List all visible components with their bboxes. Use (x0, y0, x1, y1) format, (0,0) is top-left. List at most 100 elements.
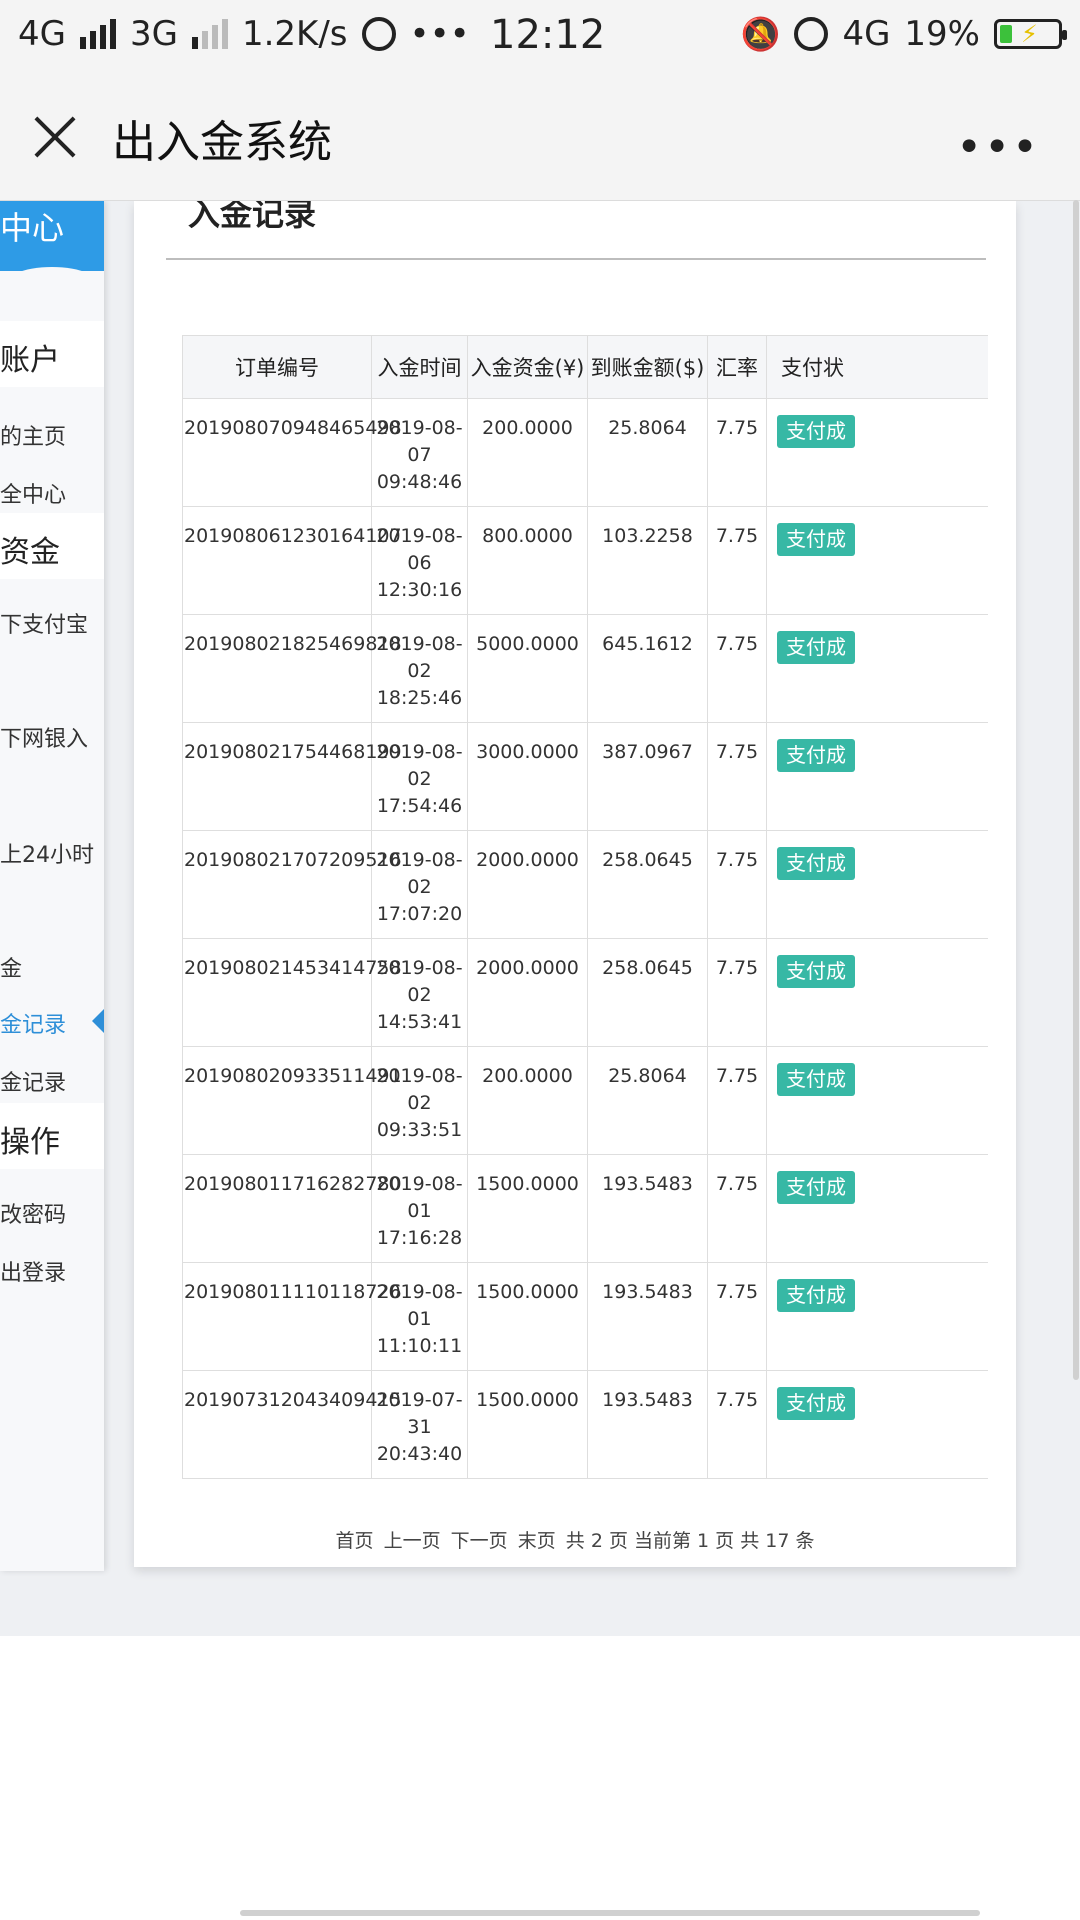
deposit-time-cell: 2019-08- 02 14:53:41 (371, 938, 468, 1047)
exchange-rate-cell: 7.75 (707, 506, 767, 615)
deposit-clock: 09:48:46 (376, 471, 463, 493)
deposit-amount-cell: 3000.0000 (467, 722, 588, 831)
page-scrollbar[interactable] (1073, 200, 1079, 1380)
network-type-label: 4G (18, 14, 66, 54)
close-icon[interactable] (30, 112, 80, 162)
status-badge[interactable]: 支付成 (777, 1387, 855, 1420)
order-id-cell: 201908020933511491 (182, 1046, 402, 1155)
header-payment-status: 支付状 (766, 335, 988, 399)
status-bar: 4G 3G 1.2K/s ••• 12:12 🔕 4G 19% ⚡ (0, 0, 1080, 76)
exchange-rate-cell: 7.75 (707, 1262, 767, 1371)
sidebar-item-bank-deposit[interactable]: 下网银入 (0, 721, 104, 753)
table-row: 201908020933511491 2019-08- 02 09:33:51 200.… (182, 1046, 988, 1155)
exchange-rate-cell: 7.75 (707, 1046, 767, 1155)
deposit-time-cell: 2019-08- 06 12:30:16 (371, 506, 468, 615)
pagination: 首页 上一页 下一页 末页 共 2 页 当前第 1 页 共 17 条 (134, 1526, 1016, 1553)
status-badge[interactable]: 支付成 (777, 1171, 855, 1204)
deposit-day: 07 (407, 444, 432, 466)
sidebar-item-security[interactable]: 全中心 (0, 477, 104, 509)
network-type-label-2: 3G (129, 14, 178, 54)
battery-percent: 19% (904, 14, 980, 54)
status-badge[interactable]: 支付成 (777, 631, 855, 664)
table-row: 201908011716282780 2019-08- 01 17:16:28 1500… (182, 1154, 988, 1263)
sidebar-item-change-password[interactable]: 改密码 (0, 1197, 104, 1229)
more-menu-button[interactable]: ••• (956, 122, 1040, 173)
records-table: 订单编号 入金时间 入金资金(¥) 到账金额($) 汇率 支付状 2019080… (182, 335, 988, 1479)
header-received-amount: 到账金额($) (587, 335, 708, 399)
divider (166, 258, 986, 260)
deposit-amount-cell: 5000.0000 (467, 614, 588, 723)
pager-first-link[interactable]: 首页 (336, 1530, 374, 1552)
deposit-date: 2019-08- (376, 417, 463, 439)
table-row: 201908011110118726 2019-08- 01 11:10:11 1500… (182, 1262, 988, 1371)
received-amount-cell: 645.1612 (587, 614, 708, 723)
pager-summary: 共 2 页 当前第 1 页 共 17 条 (565, 1530, 815, 1552)
deposit-amount-cell: 800.0000 (467, 506, 588, 615)
charging-icon: ⚡ (1021, 20, 1038, 48)
deposit-clock: 14:53:41 (376, 1011, 463, 1033)
payment-status-cell: 支付成 (766, 614, 988, 723)
deposit-amount-cell: 200.0000 (467, 398, 588, 507)
status-badge[interactable]: 支付成 (777, 739, 855, 772)
sidebar-item-homepage[interactable]: 的主页 (0, 419, 104, 451)
order-id-cell: 201908011716282780 (182, 1154, 402, 1263)
home-indicator[interactable] (240, 1910, 980, 1916)
page-content: 中心 账户 的主页 全中心 资金 下支付宝 下网银入 上24小时 金 金记录 金… (0, 201, 1080, 1636)
deposit-clock: 18:25:46 (376, 687, 463, 709)
sidebar-item-24h[interactable]: 上24小时 (0, 837, 104, 869)
table-row: 201907312043409415 2019-07- 31 20:43:40 1500… (182, 1370, 988, 1479)
records-table-container[interactable]: 订单编号 入金时间 入金资金(¥) 到账金额($) 汇率 支付状 2019080… (182, 335, 988, 1487)
received-amount-cell: 258.0645 (587, 938, 708, 1047)
deposit-amount-cell: 1500.0000 (467, 1262, 588, 1371)
exchange-rate-cell: 7.75 (707, 614, 767, 723)
pager-last-link[interactable]: 末页 (518, 1530, 556, 1552)
table-row: 201908021453414758 2019-08- 02 14:53:41 2000… (182, 938, 988, 1047)
sidebar-header[interactable]: 中心 (0, 201, 104, 289)
status-badge[interactable]: 支付成 (777, 955, 855, 988)
header-deposit-amount: 入金资金(¥) (467, 335, 588, 399)
deposit-date: 2019-08- (376, 1065, 463, 1087)
deposit-date: 2019-08- (376, 849, 463, 871)
signal-strength-icon (79, 19, 116, 49)
order-id-cell: 201908021707209516 (182, 830, 402, 939)
status-badge[interactable]: 支付成 (777, 1279, 855, 1312)
status-badge[interactable]: 支付成 (777, 1063, 855, 1096)
pager-next-link[interactable]: 下一页 (451, 1530, 508, 1552)
payment-status-cell: 支付成 (766, 830, 988, 939)
deposit-amount-cell: 200.0000 (467, 1046, 588, 1155)
status-badge[interactable]: 支付成 (777, 415, 855, 448)
status-badge[interactable]: 支付成 (777, 523, 855, 556)
payment-status-cell: 支付成 (766, 398, 988, 507)
order-id-cell: 201908061230164107 (182, 506, 402, 615)
clock: 12:12 (490, 12, 606, 58)
deposit-clock: 17:16:28 (376, 1227, 463, 1249)
deposit-clock: 20:43:40 (376, 1443, 463, 1465)
sidebar-item-deposit-records[interactable]: 金记录 (0, 1007, 104, 1039)
status-badge[interactable]: 支付成 (777, 847, 855, 880)
sidebar-item-withdraw[interactable]: 金 (0, 951, 104, 983)
sidebar-item-alipay[interactable]: 下支付宝 (0, 607, 104, 639)
order-id-cell: 201908021453414758 (182, 938, 402, 1047)
order-id-cell: 201908070948465498 (182, 398, 402, 507)
deposit-clock: 17:07:20 (376, 903, 463, 925)
deposit-day: 02 (407, 984, 432, 1006)
pager-prev-link[interactable]: 上一页 (384, 1530, 441, 1552)
sidebar-item-withdraw-records[interactable]: 金记录 (0, 1065, 104, 1097)
order-id-cell: 201908021754468199 (182, 722, 402, 831)
received-amount-cell: 25.8064 (587, 398, 708, 507)
sidebar-item-logout[interactable]: 出登录 (0, 1255, 104, 1287)
sidebar-section-funds: 资金 (0, 513, 104, 579)
received-amount-cell: 387.0967 (587, 722, 708, 831)
deposit-amount-cell: 1500.0000 (467, 1154, 588, 1263)
deposit-day: 01 (407, 1308, 432, 1330)
payment-status-cell: 支付成 (766, 938, 988, 1047)
deposit-date: 2019-07- (376, 1389, 463, 1411)
status-left: 4G 3G 1.2K/s ••• (18, 14, 470, 54)
active-indicator-icon (92, 1009, 104, 1033)
received-amount-cell: 193.5483 (587, 1154, 708, 1263)
payment-status-cell: 支付成 (766, 1262, 988, 1371)
deposit-date: 2019-08- (376, 1281, 463, 1303)
deposit-day: 02 (407, 876, 432, 898)
sidebar-section-operations: 操作 (0, 1103, 104, 1169)
deposit-date: 2019-08- (376, 741, 463, 763)
